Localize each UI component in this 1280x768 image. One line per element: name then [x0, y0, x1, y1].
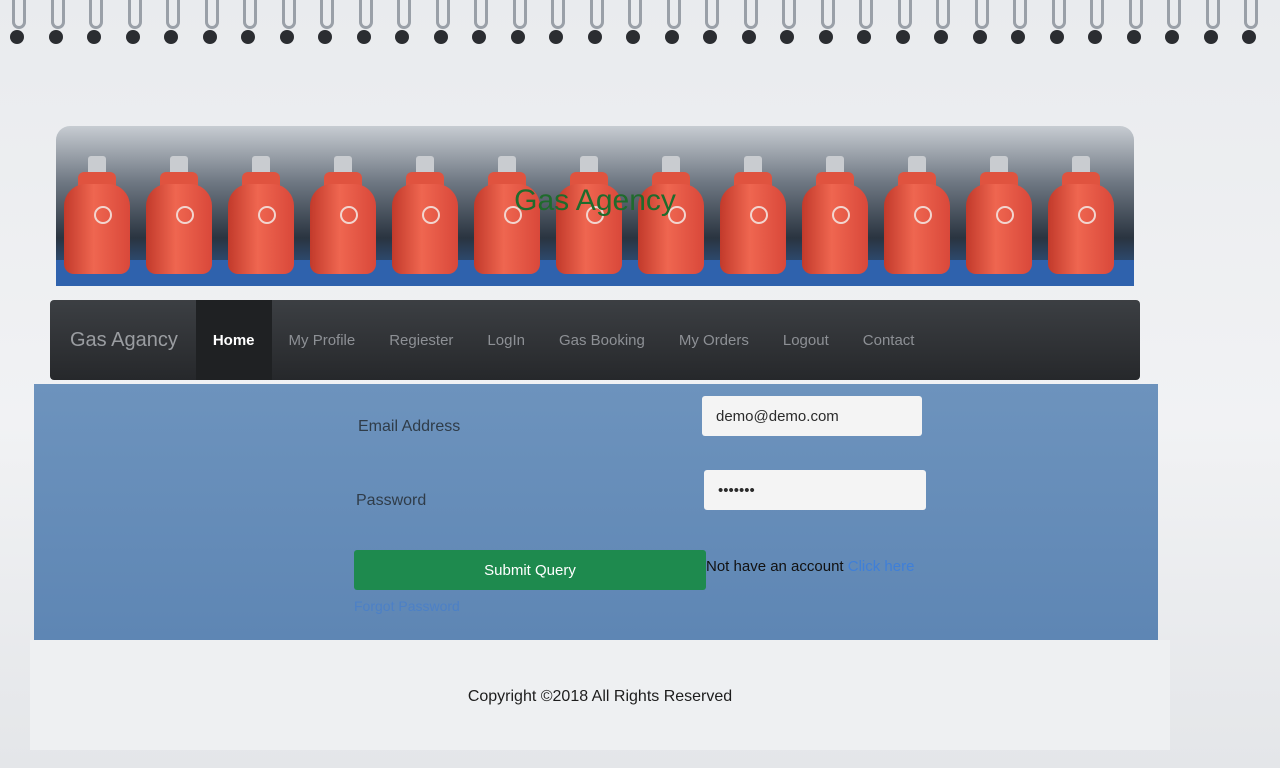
binding-hole: [510, 30, 525, 44]
nav-item-login[interactable]: LogIn: [470, 300, 542, 380]
binding-coil: [358, 0, 373, 29]
top-navbar: Gas Agancy Home My Profile Regiester Log…: [50, 300, 1140, 380]
binding-hole: [664, 30, 679, 44]
nav-item-gas-booking[interactable]: Gas Booking: [542, 300, 662, 380]
binding-coil: [512, 0, 527, 29]
email-label: Email Address: [358, 418, 461, 435]
binding-coil: [243, 0, 257, 29]
binding-coil: [1090, 0, 1104, 29]
nav-item-my-orders[interactable]: My Orders: [662, 300, 766, 380]
binding-hole: [1011, 30, 1025, 44]
binding-coil: [666, 0, 681, 29]
binding-hole: [241, 30, 255, 44]
email-field[interactable]: [702, 396, 922, 436]
submit-query-button[interactable]: Submit Query: [354, 550, 706, 590]
binding-coil: [1128, 0, 1143, 29]
login-form-panel: Email Address Password Submit Query Not …: [34, 384, 1158, 640]
binding-hole: [895, 30, 910, 44]
binding-hole: [626, 30, 640, 44]
binding-hole: [703, 30, 717, 44]
binding-hole: [972, 30, 987, 44]
binding-coil: [1244, 0, 1258, 29]
binding-hole: [780, 30, 794, 44]
binding-coil: [320, 0, 334, 29]
binding-coil: [204, 0, 219, 29]
forgot-password-link[interactable]: Forgot Password: [354, 598, 460, 614]
binding-hole: [433, 30, 448, 44]
binding-hole: [549, 30, 563, 44]
binding-coil: [281, 0, 296, 29]
binding-coil: [743, 0, 758, 29]
click-here-link[interactable]: Click here: [848, 558, 915, 575]
binding-hole: [934, 30, 948, 44]
binding-hole: [125, 30, 140, 44]
binding-coil: [782, 0, 796, 29]
password-field[interactable]: [704, 470, 926, 510]
binding-hole: [395, 30, 409, 44]
binding-coil: [397, 0, 411, 29]
binding-coil: [1205, 0, 1220, 29]
nav-item-contact[interactable]: Contact: [846, 300, 932, 380]
binding-hole: [1242, 30, 1256, 44]
binding-coil: [897, 0, 912, 29]
binding-hole: [164, 30, 178, 44]
binding-hole: [318, 30, 332, 44]
binding-coil: [474, 0, 488, 29]
no-account-text: Not have an account Click here: [706, 558, 914, 575]
binding-hole: [1203, 30, 1218, 44]
footer: Copyright ©2018 All Rights Reserved: [30, 640, 1170, 750]
binding-hole: [202, 30, 217, 44]
binding-coil: [12, 0, 26, 29]
spiral-binding: [0, 0, 1280, 48]
binding-hole: [1165, 30, 1179, 44]
navbar-brand[interactable]: Gas Agancy: [50, 300, 196, 380]
binding-coil: [1051, 0, 1066, 29]
binding-coil: [435, 0, 450, 29]
binding-hole: [587, 30, 602, 44]
nav-item-register[interactable]: Regiester: [372, 300, 470, 380]
binding-coil: [1167, 0, 1181, 29]
binding-coil: [820, 0, 835, 29]
binding-hole: [818, 30, 833, 44]
binding-coil: [551, 0, 565, 29]
binding-hole: [279, 30, 294, 44]
binding-hole: [87, 30, 101, 44]
nav-item-my-profile[interactable]: My Profile: [272, 300, 373, 380]
binding-coil: [628, 0, 642, 29]
binding-hole: [1088, 30, 1102, 44]
nav-item-logout[interactable]: Logout: [766, 300, 846, 380]
binding-hole: [356, 30, 371, 44]
binding-coil: [859, 0, 873, 29]
header-banner: Gas Agency: [56, 126, 1134, 286]
binding-hole: [857, 30, 871, 44]
binding-coil: [127, 0, 142, 29]
binding-coil: [50, 0, 65, 29]
copyright-text: Copyright ©2018 All Rights Reserved: [467, 688, 733, 705]
binding-coil: [974, 0, 989, 29]
password-label: Password: [356, 492, 427, 509]
no-account-label: Not have an account: [706, 558, 844, 575]
binding-coil: [166, 0, 180, 29]
binding-coil: [936, 0, 950, 29]
binding-hole: [741, 30, 756, 44]
binding-coil: [705, 0, 719, 29]
binding-hole: [1049, 30, 1064, 44]
binding-hole: [472, 30, 486, 44]
binding-coil: [1013, 0, 1027, 29]
binding-coil: [589, 0, 604, 29]
nav-item-home[interactable]: Home: [195, 300, 272, 380]
binding-hole: [48, 30, 63, 44]
binding-coil: [89, 0, 103, 29]
banner-title: Gas Agency: [514, 184, 676, 217]
binding-hole: [10, 30, 24, 44]
binding-hole: [1126, 30, 1141, 44]
